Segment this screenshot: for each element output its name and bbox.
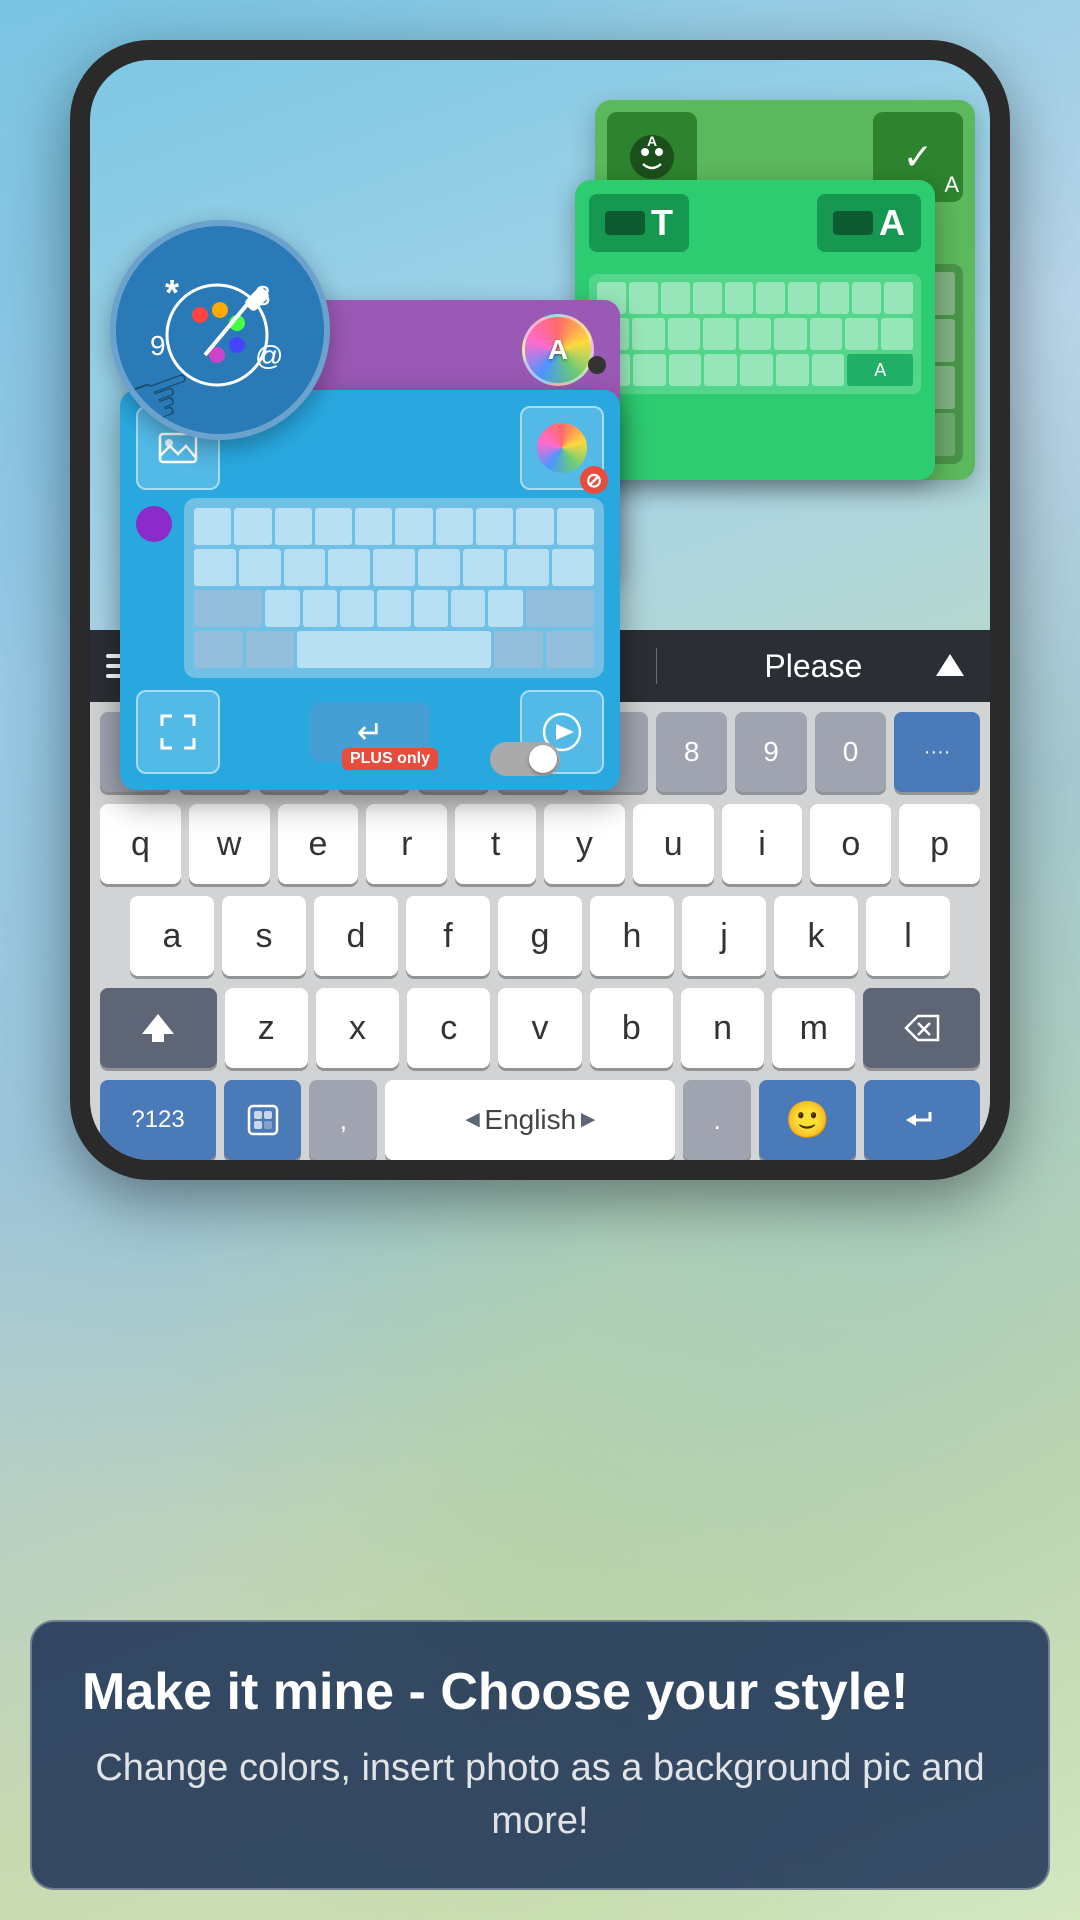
svg-text:A: A	[647, 133, 657, 149]
app-logo: * 9 3 @	[110, 220, 330, 440]
key-period[interactable]: .	[683, 1080, 751, 1160]
key-n[interactable]: n	[681, 988, 764, 1068]
key-numbers[interactable]: ?123	[100, 1080, 216, 1160]
key-v[interactable]: v	[498, 988, 581, 1068]
blue-enter-key[interactable]: ↵ PLUS only	[310, 702, 430, 762]
key-t[interactable]: t	[455, 804, 536, 884]
key-q[interactable]: q	[100, 804, 181, 884]
key-backspace[interactable]	[863, 988, 980, 1068]
blue-color-icon[interactable]: ⊘	[520, 406, 604, 490]
key-stickers[interactable]	[224, 1080, 301, 1160]
purple-a-color-wheel: A	[522, 314, 594, 386]
svg-text:@: @	[255, 340, 283, 371]
key-x[interactable]: x	[316, 988, 399, 1068]
key-0[interactable]: 0	[815, 712, 886, 792]
key-u[interactable]: u	[633, 804, 714, 884]
key-enter[interactable]	[864, 1080, 980, 1160]
banner-title: Make it mine - Choose your style!	[82, 1662, 998, 1722]
key-9[interactable]: 9	[735, 712, 806, 792]
qwerty-row: q w e r t y u i o p	[90, 798, 990, 890]
key-c[interactable]: c	[407, 988, 490, 1068]
suggestion-word-3[interactable]: Please	[744, 640, 882, 693]
purple-color-dot	[588, 356, 606, 374]
zxcv-row: z x c v b n m	[90, 982, 990, 1074]
key-emoji[interactable]: 🙂	[759, 1080, 856, 1160]
phone-screen: * 9 3 @	[90, 60, 990, 1160]
suggestion-divider-2	[656, 648, 657, 684]
key-m[interactable]: m	[772, 988, 855, 1068]
key-p[interactable]: p	[899, 804, 980, 884]
key-i[interactable]: i	[722, 804, 803, 884]
key-w[interactable]: w	[189, 804, 270, 884]
blue-fullscreen-icon[interactable]	[136, 690, 220, 774]
key-j[interactable]: j	[682, 896, 766, 976]
keyboard-preview	[184, 498, 604, 678]
banner-subtitle: Change colors, insert photo as a backgro…	[82, 1742, 998, 1848]
suggestion-up-button[interactable]	[926, 642, 974, 690]
plus-only-badge: PLUS only	[342, 748, 438, 770]
key-s[interactable]: s	[222, 896, 306, 976]
key-l[interactable]: l	[866, 896, 950, 976]
blue-bottom-toggle[interactable]	[490, 742, 560, 776]
key-e[interactable]: e	[278, 804, 359, 884]
key-comma[interactable]: ,	[309, 1080, 377, 1160]
asdf-row: a s d f g h j k l	[90, 890, 990, 982]
key-k[interactable]: k	[774, 896, 858, 976]
key-shift[interactable]	[100, 988, 217, 1068]
theme-card-blue[interactable]: ⊘	[120, 390, 620, 790]
key-f[interactable]: f	[406, 896, 490, 976]
key-space[interactable]: ◄ English ►	[385, 1080, 675, 1160]
key-y[interactable]: y	[544, 804, 625, 884]
bottom-row: ?123 , ◄ English ► .	[90, 1074, 990, 1160]
theme-card-teal[interactable]: T A	[575, 180, 935, 480]
key-d[interactable]: d	[314, 896, 398, 976]
key-z[interactable]: z	[225, 988, 308, 1068]
key-g[interactable]: g	[498, 896, 582, 976]
key-8[interactable]: 8	[656, 712, 727, 792]
no-badge: ⊘	[580, 466, 608, 494]
key-b[interactable]: b	[590, 988, 673, 1068]
bottom-banner: Make it mine - Choose your style! Change…	[30, 1620, 1050, 1890]
phone-frame: * 9 3 @	[70, 40, 1010, 1180]
key-r[interactable]: r	[366, 804, 447, 884]
key-a[interactable]: a	[130, 896, 214, 976]
key-o[interactable]: o	[810, 804, 891, 884]
blue-toggle[interactable]	[136, 506, 172, 542]
key-h[interactable]: h	[590, 896, 674, 976]
key-more[interactable]: ····	[894, 712, 980, 792]
